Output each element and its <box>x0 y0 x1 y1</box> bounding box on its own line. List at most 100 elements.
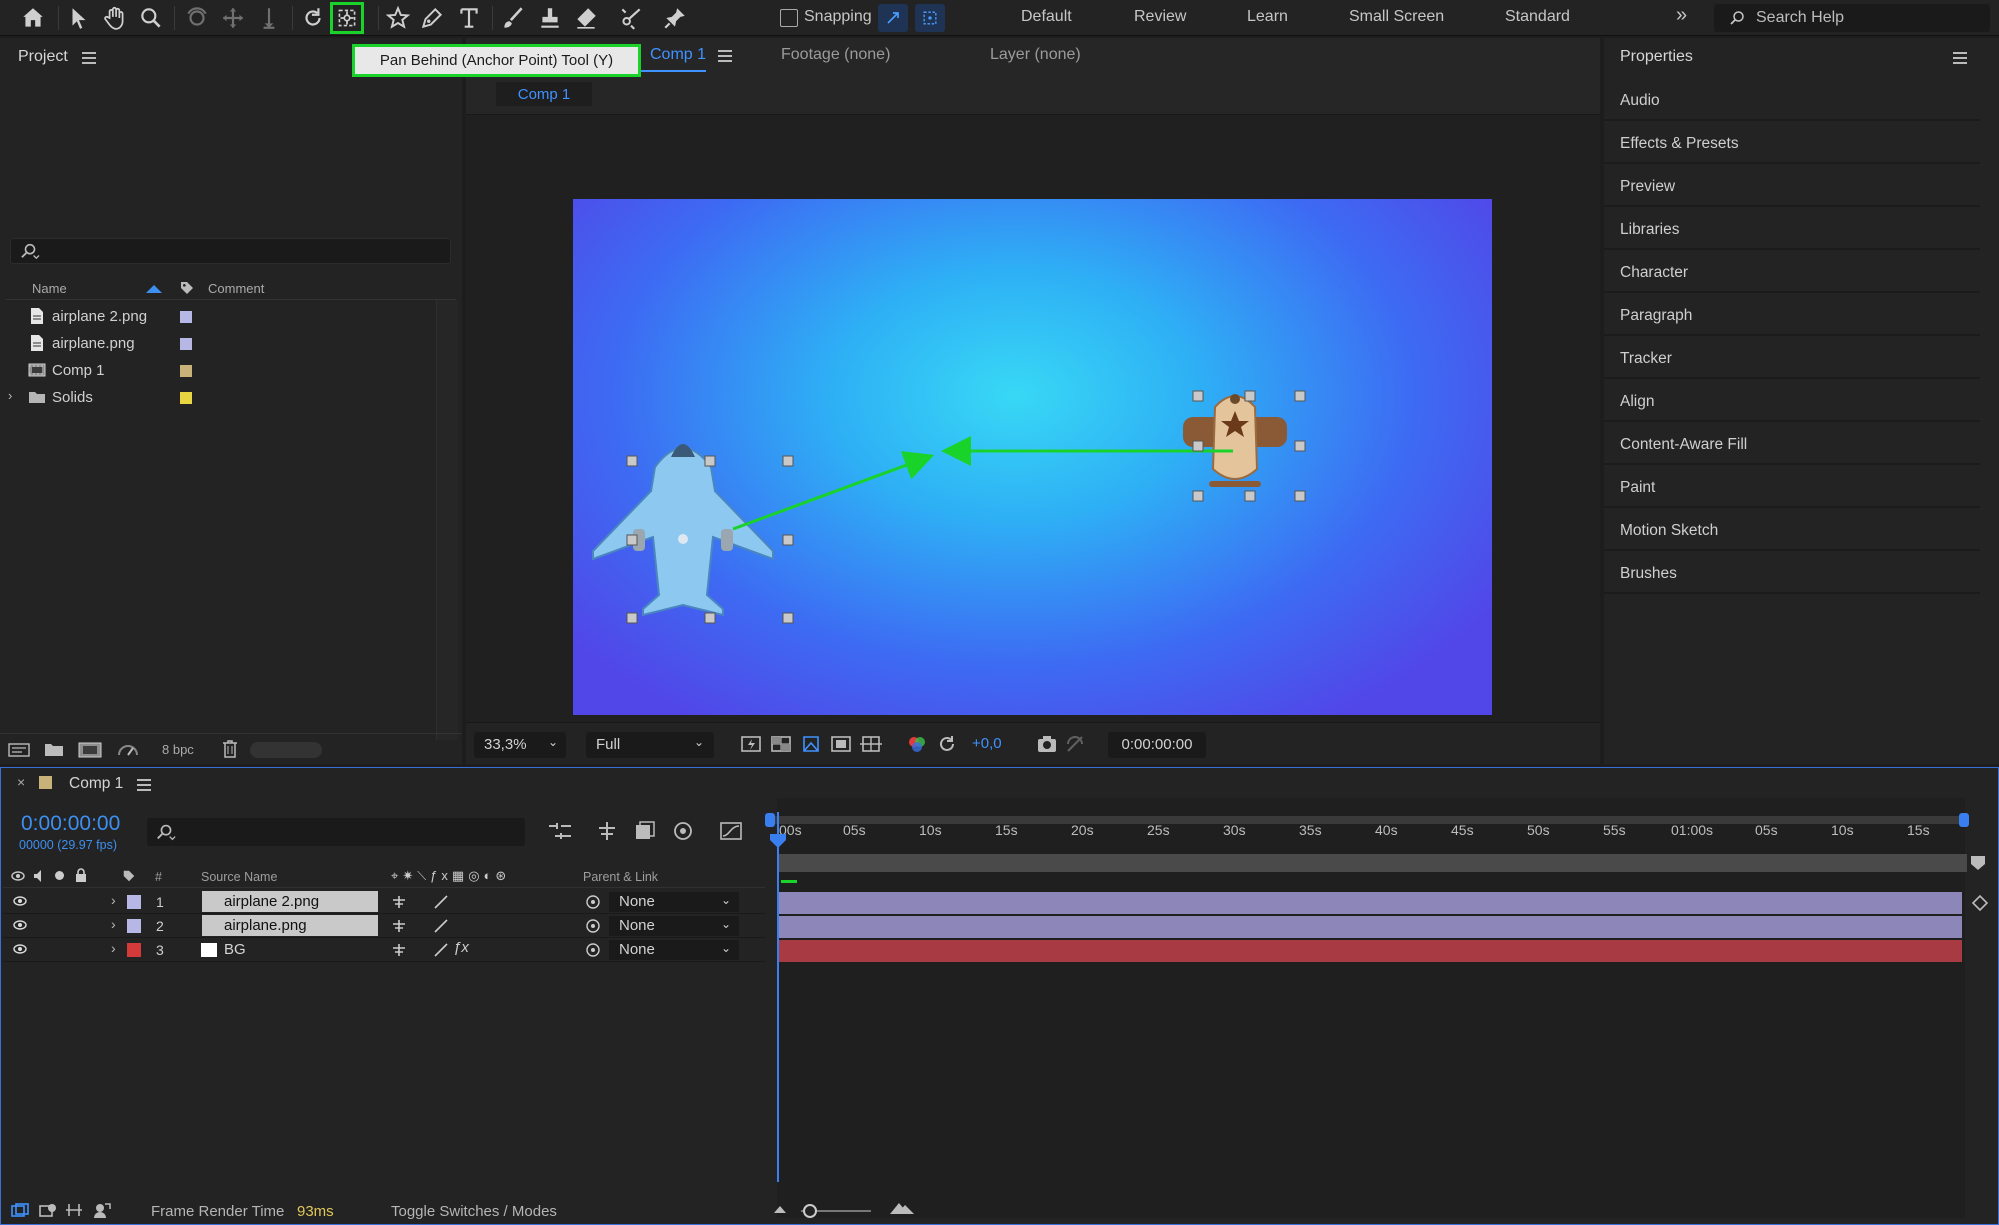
panel-item-audio[interactable]: Audio <box>1604 80 1980 121</box>
zoom-tool-icon[interactable] <box>134 2 168 34</box>
panel-item-libraries[interactable]: Libraries <box>1604 209 1980 250</box>
time-ruler[interactable]: 00s 05s 10s 15s 20s 25s 30s 35s 40s 45s … <box>779 810 1969 858</box>
workspace-review[interactable]: Review <box>1134 8 1186 26</box>
label-color-swatch[interactable] <box>180 392 192 404</box>
snapping-checkbox[interactable] <box>780 9 798 27</box>
orbit-camera-tool-icon[interactable] <box>180 2 214 34</box>
parent-link-header[interactable]: Parent & Link <box>583 870 658 884</box>
snapshot-camera-icon[interactable] <box>1036 733 1058 755</box>
panel-item-character[interactable]: Character <box>1604 252 1980 293</box>
exposure-value[interactable]: +0,0 <box>972 735 1002 752</box>
layer-name[interactable]: BG <box>202 939 378 960</box>
shy-switch-icon[interactable] <box>391 895 407 909</box>
work-area-bar[interactable] <box>777 854 1967 872</box>
workspace-default[interactable]: Default <box>1021 8 1072 26</box>
playhead[interactable] <box>777 812 779 1182</box>
panel-item-effects-presets[interactable]: Effects & Presets <box>1604 123 1980 164</box>
composition-navigator-tab[interactable]: Comp 1 <box>496 82 592 106</box>
region-of-interest-icon[interactable] <box>830 733 852 755</box>
workspace-small-screen[interactable]: Small Screen <box>1349 8 1444 26</box>
label-color-swatch[interactable] <box>180 338 192 350</box>
zoom-in-icon[interactable] <box>889 1201 915 1215</box>
render-time-pane-icon[interactable] <box>93 1202 111 1218</box>
rotation-tool-icon[interactable] <box>296 2 330 34</box>
resolution-dropdown[interactable]: Full ⌄ <box>586 732 714 758</box>
layer-label-swatch[interactable] <box>127 943 141 957</box>
tab-footage[interactable]: Footage (none) <box>781 46 890 64</box>
project-item[interactable]: › Solids <box>6 384 436 411</box>
clone-stamp-tool-icon[interactable] <box>533 2 567 34</box>
project-panel-menu-icon[interactable] <box>82 52 96 64</box>
layer-switches-pane-icon[interactable] <box>11 1203 29 1219</box>
expand-chevron-icon[interactable]: › <box>8 388 12 403</box>
dolly-camera-tool-icon[interactable] <box>252 2 286 34</box>
pan-camera-tool-icon[interactable] <box>216 2 250 34</box>
tab-composition[interactable]: Comp 1 <box>650 46 706 64</box>
expand-chevron-icon[interactable]: › <box>111 892 116 908</box>
composition-mini-flowchart-icon[interactable] <box>547 820 573 842</box>
layer-label-swatch[interactable] <box>127 895 141 909</box>
in-out-pane-icon[interactable] <box>65 1202 83 1218</box>
quality-switch-icon[interactable] <box>433 894 449 910</box>
parent-dropdown[interactable]: None ⌄ <box>609 940 739 960</box>
brush-tool-icon[interactable] <box>496 2 530 34</box>
panel-item-align[interactable]: Align <box>1604 381 1980 422</box>
project-item[interactable]: airplane 2.png <box>6 303 436 330</box>
timeline-tab-title[interactable]: Comp 1 <box>69 775 123 793</box>
transparency-grid-icon[interactable] <box>770 733 792 755</box>
quality-switch-icon[interactable] <box>433 942 449 958</box>
layer-duration-bar[interactable] <box>779 940 1962 962</box>
layer-label-swatch[interactable] <box>127 919 141 933</box>
reset-exposure-icon[interactable] <box>936 733 958 755</box>
hand-tool-icon[interactable] <box>98 2 132 34</box>
type-tool-icon[interactable] <box>452 2 486 34</box>
shape-tool-icon[interactable] <box>381 2 415 34</box>
eye-icon[interactable] <box>13 896 27 906</box>
fast-previews-icon[interactable] <box>740 733 762 755</box>
puppet-pin-tool-icon[interactable] <box>658 2 692 34</box>
project-item[interactable]: airplane.png <box>6 330 436 357</box>
eye-icon[interactable] <box>13 944 27 954</box>
layer-row[interactable]: › 1 airplane 2.png None ⌄ <box>3 890 765 914</box>
eye-icon[interactable] <box>13 920 27 930</box>
expand-chevron-icon[interactable]: › <box>111 916 116 932</box>
layer-duration-bar[interactable] <box>779 916 1962 938</box>
layer-duration-bar[interactable] <box>779 892 1962 914</box>
shy-switch-icon[interactable] <box>391 919 407 933</box>
workspace-learn[interactable]: Learn <box>1247 8 1288 26</box>
new-composition-icon[interactable] <box>78 741 102 759</box>
panel-item-paint[interactable]: Paint <box>1604 467 1980 508</box>
name-column-header[interactable]: Name <box>32 281 67 296</box>
current-time-indicator[interactable]: 0:00:00:00 <box>21 812 120 836</box>
layer-name[interactable]: airplane.png <box>202 915 378 936</box>
source-name-header[interactable]: Source Name <box>201 870 277 884</box>
grid-guides-icon[interactable] <box>860 733 882 755</box>
graph-editor-icon[interactable] <box>719 820 743 842</box>
sort-ascending-icon[interactable] <box>146 285 162 293</box>
timeline-tab-menu-icon[interactable] <box>137 779 151 791</box>
label-color-swatch[interactable] <box>180 365 192 377</box>
pick-whip-icon[interactable] <box>585 894 601 910</box>
thumbnail-size-slider[interactable] <box>250 742 322 758</box>
composition-frame[interactable] <box>573 199 1492 715</box>
layer-row[interactable]: › 3 BG ƒx None ⌄ <box>3 938 765 962</box>
zoom-out-icon[interactable] <box>773 1204 787 1214</box>
workspace-standard[interactable]: Standard <box>1505 8 1570 26</box>
panel-item-content-aware-fill[interactable]: Content-Aware Fill <box>1604 424 1980 465</box>
navigator-start-handle[interactable] <box>765 813 775 827</box>
work-area-end-icon[interactable] <box>1971 856 1985 870</box>
home-icon[interactable] <box>16 2 50 34</box>
layer-name[interactable]: airplane 2.png <box>202 891 378 912</box>
playhead-handle-icon[interactable] <box>770 834 786 848</box>
frame-blending-icon[interactable] <box>671 820 695 842</box>
new-folder-icon[interactable] <box>44 741 64 757</box>
timeline-search-input[interactable] <box>147 818 525 846</box>
interpret-footage-icon[interactable] <box>8 742 30 758</box>
layer-row[interactable]: › 2 airplane.png None ⌄ <box>3 914 765 938</box>
panel-item-paragraph[interactable]: Paragraph <box>1604 295 1980 336</box>
label-color-swatch[interactable] <box>180 311 192 323</box>
snap-features-icon[interactable] <box>915 4 945 32</box>
toggle-switches-modes-button[interactable]: Toggle Switches / Modes <box>391 1203 557 1220</box>
project-search-input[interactable] <box>10 238 451 264</box>
quality-switch-icon[interactable] <box>433 918 449 934</box>
